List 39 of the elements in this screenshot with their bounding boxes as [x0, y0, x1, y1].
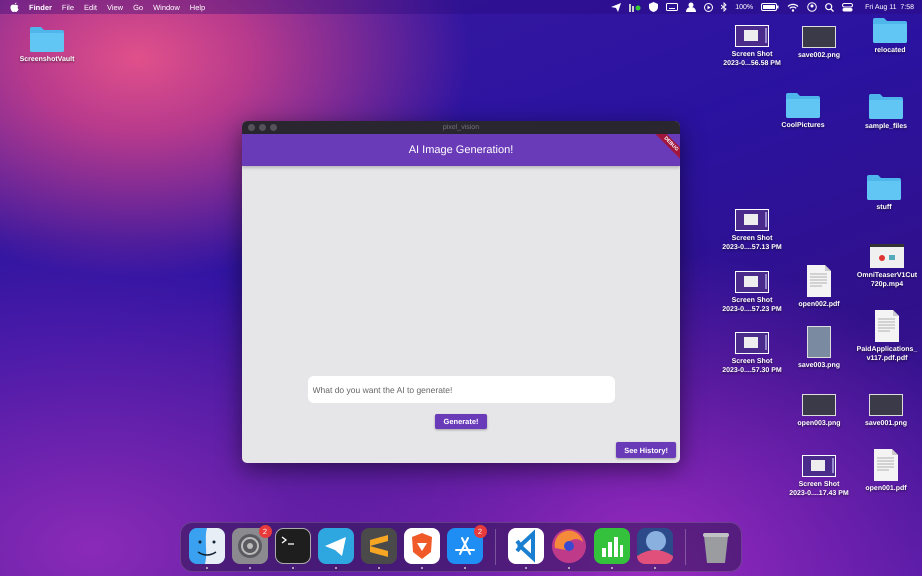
screenshot-thumbnail[interactable] [735, 332, 769, 354]
a-shape-icon[interactable] [446, 528, 482, 564]
toggles-icon[interactable] [842, 2, 854, 12]
folder-icon[interactable] [873, 17, 907, 43]
shield-icon[interactable] [649, 2, 658, 12]
photo-placeholder[interactable] [802, 26, 836, 48]
photo-placeholder[interactable] [802, 394, 836, 416]
terminal-icon[interactable] [274, 528, 310, 564]
search-icon[interactable] [825, 2, 834, 12]
bar-chart-icon[interactable] [594, 528, 630, 564]
video-thumbnail[interactable] [870, 244, 904, 268]
play-icon[interactable] [704, 2, 714, 12]
swirl-icon[interactable] [550, 528, 586, 564]
document-icon[interactable] [875, 310, 899, 342]
gear-icon[interactable] [232, 528, 268, 564]
bluetooth-icon[interactable] [721, 2, 728, 12]
document-icon[interactable] [874, 449, 898, 481]
person-icon[interactable] [686, 2, 696, 12]
bars-icon[interactable] [629, 2, 642, 12]
keyboard-icon[interactable] [666, 3, 678, 11]
folder-icon[interactable] [786, 92, 820, 118]
send-icon[interactable] [611, 2, 622, 12]
prompt-field[interactable]: What do you want the AI to generate! [308, 376, 614, 403]
folder-icon[interactable] [869, 93, 903, 119]
photo-placeholder[interactable] [869, 394, 903, 416]
wifi-icon[interactable] [787, 2, 800, 12]
folder-icon[interactable] [867, 174, 901, 200]
paper-plane-icon[interactable] [318, 528, 354, 564]
document-icon[interactable] [807, 265, 831, 297]
screenshot-thumbnail[interactable] [802, 455, 836, 477]
code-icon[interactable] [508, 528, 544, 564]
screenshot-thumbnail[interactable] [735, 209, 769, 231]
battery-icon[interactable] [761, 3, 780, 11]
screenshot-thumbnail[interactable] [735, 271, 769, 293]
user-icon[interactable] [807, 2, 818, 12]
app-bar-title: AI Image Generation! [408, 144, 514, 156]
apple-icon[interactable] [10, 2, 19, 12]
screenshot-thumbnail[interactable] [735, 25, 769, 47]
face-icon[interactable] [188, 528, 224, 564]
